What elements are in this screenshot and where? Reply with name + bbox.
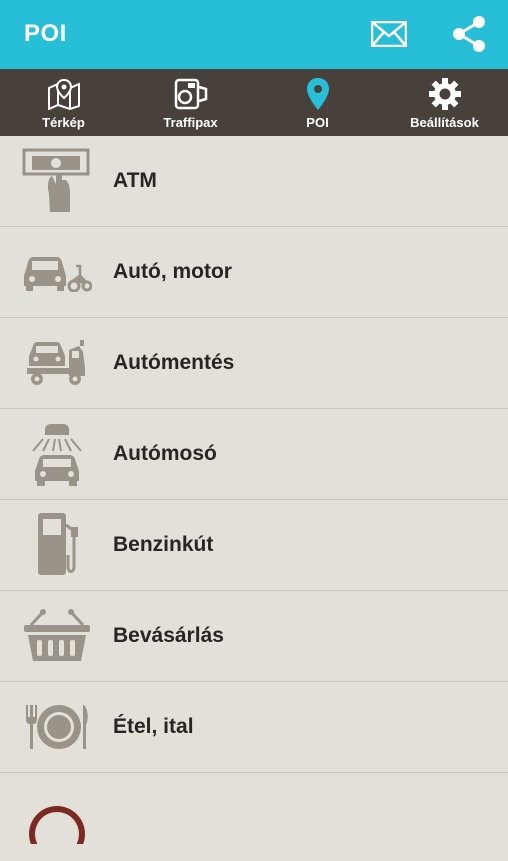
page-title: POI [24,20,67,47]
tab-map[interactable]: Térkép [0,69,127,136]
tab-label: Térkép [42,115,85,130]
share-icon[interactable] [449,14,489,54]
tab-label: POI [306,115,329,130]
car-wash-icon [20,417,94,491]
poi-item-tow-truck[interactable]: Autómentés [0,318,508,409]
poi-item-car-wash[interactable]: Autómosó [0,409,508,500]
atm-icon [20,144,94,218]
poi-item-food-drink[interactable]: Étel, ital [0,682,508,773]
poi-item-car-motorbike[interactable]: Autó, motor [0,227,508,318]
car-motorbike-icon [20,235,94,309]
poi-item-shopping[interactable]: Bevásárlás [0,591,508,682]
badge-icon [20,787,94,861]
shopping-basket-icon [20,599,94,673]
poi-item-label: Autó, motor [113,260,232,283]
mail-icon[interactable] [369,14,409,54]
tab-settings[interactable]: Beállítások [381,69,508,136]
tab-speed-camera[interactable]: Traffipax [127,69,254,136]
plate-cutlery-icon [20,690,94,764]
map-icon [47,77,81,111]
fuel-pump-icon [20,508,94,582]
tab-poi[interactable]: POI [254,69,381,136]
poi-item-label: Autómentés [113,351,235,374]
tow-truck-icon [20,326,94,400]
speed-camera-icon [173,77,209,111]
poi-item-label: Bevásárlás [113,624,224,647]
poi-list: ATM Autó, motor Autómentés Autómosó Benz… [0,136,508,844]
tab-label: Beállítások [410,115,479,130]
tab-bar: Térkép Traffipax POI Beállítások [0,69,508,136]
tab-label: Traffipax [163,115,218,130]
app-bar: POI [0,0,508,69]
poi-item-label: ATM [113,169,157,192]
location-pin-icon [306,77,330,111]
poi-item-label: Benzinkút [113,533,214,556]
gear-icon [428,77,462,111]
poi-item-label: Étel, ital [113,715,194,738]
poi-item-label: Autómosó [113,442,217,465]
poi-item-fuel-station[interactable]: Benzinkút [0,500,508,591]
poi-item-partial[interactable] [0,773,508,844]
poi-item-atm[interactable]: ATM [0,136,508,227]
